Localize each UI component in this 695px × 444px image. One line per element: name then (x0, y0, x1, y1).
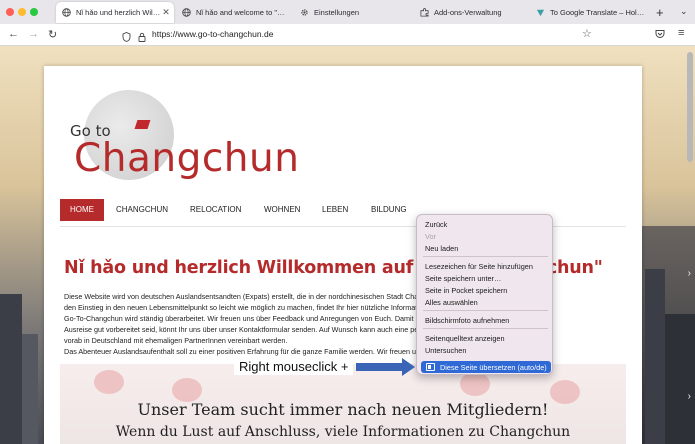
lantern-decoration (172, 378, 202, 402)
url-text[interactable]: https://www.go-to-changchun.de (152, 29, 273, 39)
tab-go-to-changchun-en[interactable]: Nǐ hǎo and welcome to "Go to (176, 2, 290, 23)
ctx-save-to-pocket[interactable]: Seite in Pocket speichern (425, 286, 507, 295)
shield-icon[interactable] (122, 29, 131, 47)
logo-changchun[interactable]: Changchun (74, 136, 299, 181)
body-text-line: Das Abenteuer Auslandsaufenthalt soll zu… (64, 347, 456, 356)
ctx-view-source[interactable]: Seitenquelltext anzeigen (425, 334, 505, 343)
scrollbar-thumb[interactable] (687, 52, 693, 162)
ctx-inspect[interactable]: Untersuchen (425, 346, 466, 355)
url-bar[interactable]: https://www.go-to-changchun.de ☆ (112, 27, 602, 43)
back-button[interactable]: ← (8, 28, 19, 40)
globe-icon (182, 8, 191, 17)
page-viewport: › › Go to Changchun HOME CHANGCHUN RELOC… (0, 46, 695, 444)
tab-einstellungen[interactable]: Einstellungen (294, 2, 412, 23)
minimize-window-button[interactable] (18, 8, 26, 16)
nav-item-wohnen[interactable]: WOHNEN (264, 199, 300, 221)
lantern-decoration (94, 370, 124, 394)
tab-label: To Google Translate – Holen Si (550, 8, 648, 17)
slider-next-arrow[interactable]: › (688, 391, 691, 402)
pocket-icon[interactable] (655, 29, 665, 42)
close-tab-icon[interactable]: ✕ (161, 7, 171, 18)
ctx-take-screenshot[interactable]: Bildschirmfoto aufnehmen (425, 316, 509, 325)
puzzle-icon (420, 8, 429, 17)
ctx-back[interactable]: Zurück (425, 220, 447, 229)
menu-separator (423, 328, 548, 329)
new-tab-button[interactable]: + (656, 5, 664, 20)
background-building (665, 314, 695, 444)
tab-go-to-changchun-de[interactable]: Nǐ hǎo und herzlich Willkommen ✕ (56, 2, 174, 23)
annotation-label: Right mouseclick + (234, 358, 354, 375)
ctx-translate-page[interactable]: Diese Seite übersetzen (auto/de) (421, 361, 551, 373)
translate-icon (426, 363, 435, 371)
tab-strip: Nǐ hǎo und herzlich Willkommen ✕ Nǐ hǎo … (0, 0, 695, 24)
ctx-translate-label: Diese Seite übersetzen (auto/de) (440, 362, 547, 372)
banner-subtitle: Wenn du Lust auf Anschluss, viele Inform… (115, 424, 571, 440)
annotation-arrow (356, 363, 404, 371)
reload-button[interactable]: ↻ (48, 28, 57, 41)
bookmark-star-icon[interactable]: ☆ (582, 27, 592, 40)
ctx-forward[interactable]: Vor (425, 232, 436, 241)
nav-item-bildung[interactable]: BILDUNG (371, 199, 407, 221)
nav-item-home[interactable]: HOME (60, 199, 104, 221)
translate-icon (536, 8, 545, 17)
menu-separator (423, 310, 548, 311)
banner-title: Unser Team sucht immer nach neuen Mitgli… (137, 400, 549, 419)
ctx-reload[interactable]: Neu laden (425, 244, 458, 253)
tab-add-ons[interactable]: Add-ons-Verwaltung (414, 2, 526, 23)
background-building (22, 334, 38, 444)
nav-item-changchun[interactable]: CHANGCHUN (116, 199, 168, 221)
ctx-bookmark-page[interactable]: Lesezeichen für Seite hinzufügen (425, 262, 533, 271)
lock-icon[interactable] (138, 29, 146, 47)
body-text-line: Go-To-Changchun wird ständig überarbeite… (64, 314, 452, 323)
context-menu: Zurück Vor Neu laden Lesezeichen für Sei… (416, 214, 553, 375)
team-banner: Unser Team sucht immer nach neuen Mitgli… (60, 364, 626, 444)
navigation-toolbar: ← → ↻ https://www.go-to-changchun.de ☆ ≡ (0, 24, 695, 46)
gear-icon (300, 8, 309, 17)
lantern-decoration (460, 372, 490, 396)
slider-next-arrow[interactable]: › (688, 268, 691, 279)
list-all-tabs-button[interactable]: ⌄ (680, 6, 688, 17)
annotation-arrow-head (402, 358, 415, 376)
ctx-save-page-as[interactable]: Seite speichern unter… (425, 274, 501, 283)
ctx-select-all[interactable]: Alles auswählen (425, 298, 478, 307)
background-building (645, 269, 665, 444)
tab-label: Einstellungen (314, 8, 360, 17)
background-building (0, 294, 22, 444)
zoom-window-button[interactable] (30, 8, 38, 16)
nav-item-leben[interactable]: LEBEN (322, 199, 348, 221)
close-window-button[interactable] (6, 8, 14, 16)
tab-label: Add-ons-Verwaltung (434, 8, 502, 17)
tab-label: Nǐ hǎo und herzlich Willkommen (76, 8, 161, 17)
tab-label: Nǐ hǎo and welcome to "Go to (196, 8, 290, 17)
body-text-line: vorab in Deutschland mit ehemaligen Part… (64, 336, 288, 345)
menu-icon[interactable]: ≡ (678, 27, 684, 39)
tab-google-translate[interactable]: To Google Translate – Holen Si (530, 2, 648, 23)
forward-button[interactable]: → (28, 28, 39, 40)
menu-separator (423, 256, 548, 257)
nav-item-relocation[interactable]: RELOCATION (190, 199, 241, 221)
globe-icon (62, 8, 71, 17)
